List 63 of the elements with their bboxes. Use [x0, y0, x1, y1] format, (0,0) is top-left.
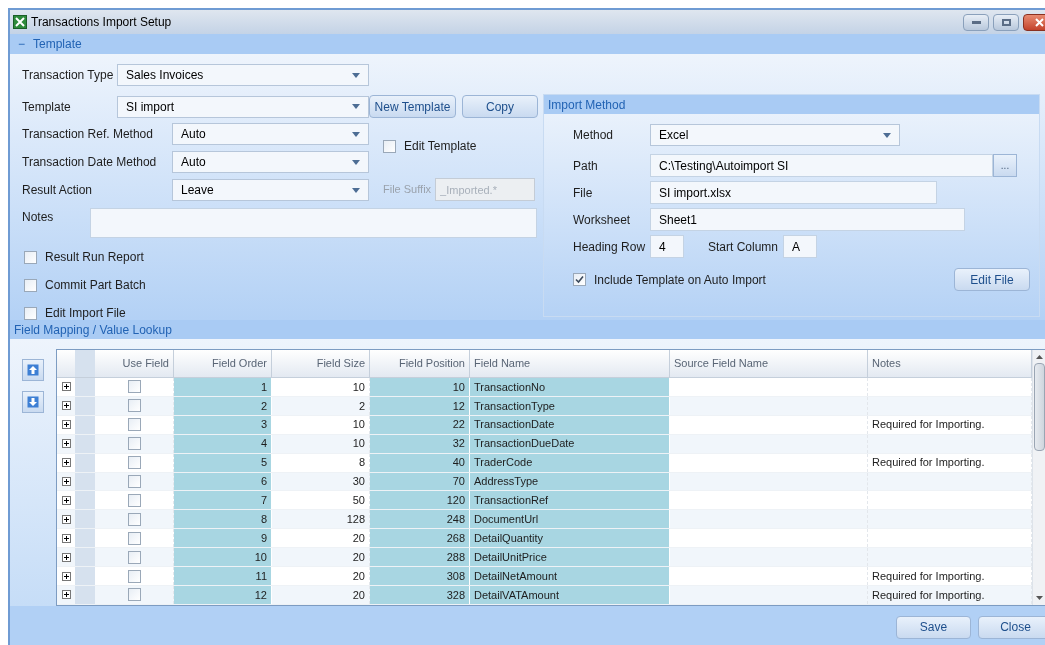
table-cell: 288 — [370, 548, 470, 567]
section-header[interactable]: − Template — [10, 34, 1045, 54]
column-header[interactable]: Use Field — [95, 350, 174, 377]
field-label: Transaction Type — [22, 67, 115, 84]
edit-file-button[interactable]: Edit File — [954, 268, 1030, 291]
column-header[interactable]: Field Size — [272, 350, 370, 377]
checkbox-label: Include Template on Auto Import — [594, 271, 766, 289]
dropdown[interactable]: Auto — [172, 151, 369, 173]
browse-button[interactable]: ... — [993, 154, 1017, 177]
table-cell: 248 — [370, 510, 470, 529]
table-cell: 268 — [370, 529, 470, 548]
field-label: Method — [573, 127, 615, 144]
column-header[interactable]: Field Position — [370, 350, 470, 377]
dropdown[interactable]: Sales Invoices — [117, 64, 369, 86]
table-cell: DetailVATAmount — [470, 586, 670, 604]
dropdown[interactable]: Auto — [172, 123, 369, 145]
field-label: Notes — [22, 209, 55, 226]
field-label: Transaction Ref. Method — [22, 126, 154, 143]
field-label: File — [573, 184, 594, 202]
close-button[interactable]: Close — [978, 615, 1045, 639]
table-cell: DocumentUrl — [470, 510, 670, 529]
new-template-button[interactable]: New Template — [369, 95, 456, 118]
table-cell: 328 — [370, 586, 470, 604]
column-header[interactable]: Field Order — [174, 350, 272, 377]
text-field[interactable]: A — [783, 235, 817, 258]
column-header[interactable]: Source Field Name — [670, 350, 868, 377]
save-button[interactable]: Save — [896, 615, 971, 639]
table-cell: 12 — [174, 586, 272, 604]
field-label: Result Action — [22, 182, 94, 199]
copy-button[interactable]: Copy — [462, 95, 538, 118]
checkbox-label: Result Run Report — [45, 249, 144, 266]
panel-header: Import Method — [544, 95, 1039, 114]
table-cell: DetailQuantity — [470, 529, 670, 548]
text-field[interactable]: Sheet1 — [650, 208, 965, 231]
table-cell: 11 — [174, 567, 272, 586]
checkbox-label: Commit Part Batch — [45, 277, 146, 294]
table-cell: 8 — [174, 510, 272, 529]
text-field[interactable]: SI import.xlsx — [650, 181, 937, 204]
table-cell: 120 — [370, 491, 470, 510]
text-field[interactable]: 4 — [650, 235, 684, 258]
table-cell: TransactionRef — [470, 491, 670, 510]
section-header: Field Mapping / Value Lookup — [10, 320, 1045, 339]
checkbox-label: Edit Template — [404, 138, 477, 155]
dropdown[interactable]: Excel — [650, 124, 900, 146]
field-label: Heading Row — [573, 238, 647, 256]
table-cell: DetailUnitPrice — [470, 548, 670, 567]
dropdown[interactable]: Leave — [172, 179, 369, 201]
checkbox-label: Edit Import File — [45, 305, 126, 322]
table-cell: 308 — [370, 567, 470, 586]
field-label: File Suffix — [383, 182, 432, 198]
table-cell: 10 — [174, 548, 272, 567]
dropdown[interactable]: SI import — [117, 95, 369, 118]
table-cell: 7 — [174, 491, 272, 510]
table-cell: DetailNetAmount — [470, 567, 670, 586]
column-header[interactable]: Field Name — [470, 350, 670, 377]
window-title: Transactions Import Setup — [31, 14, 172, 31]
table-cell: 9 — [174, 529, 272, 548]
field-label: Template — [22, 98, 72, 116]
field-label: Transaction Date Method — [22, 154, 158, 171]
text-field[interactable]: C:\Testing\Autoimport SI — [650, 154, 993, 177]
field-label: Start Column — [708, 238, 780, 256]
field-label: Worksheet — [573, 211, 632, 229]
field-label: Path — [573, 157, 599, 175]
